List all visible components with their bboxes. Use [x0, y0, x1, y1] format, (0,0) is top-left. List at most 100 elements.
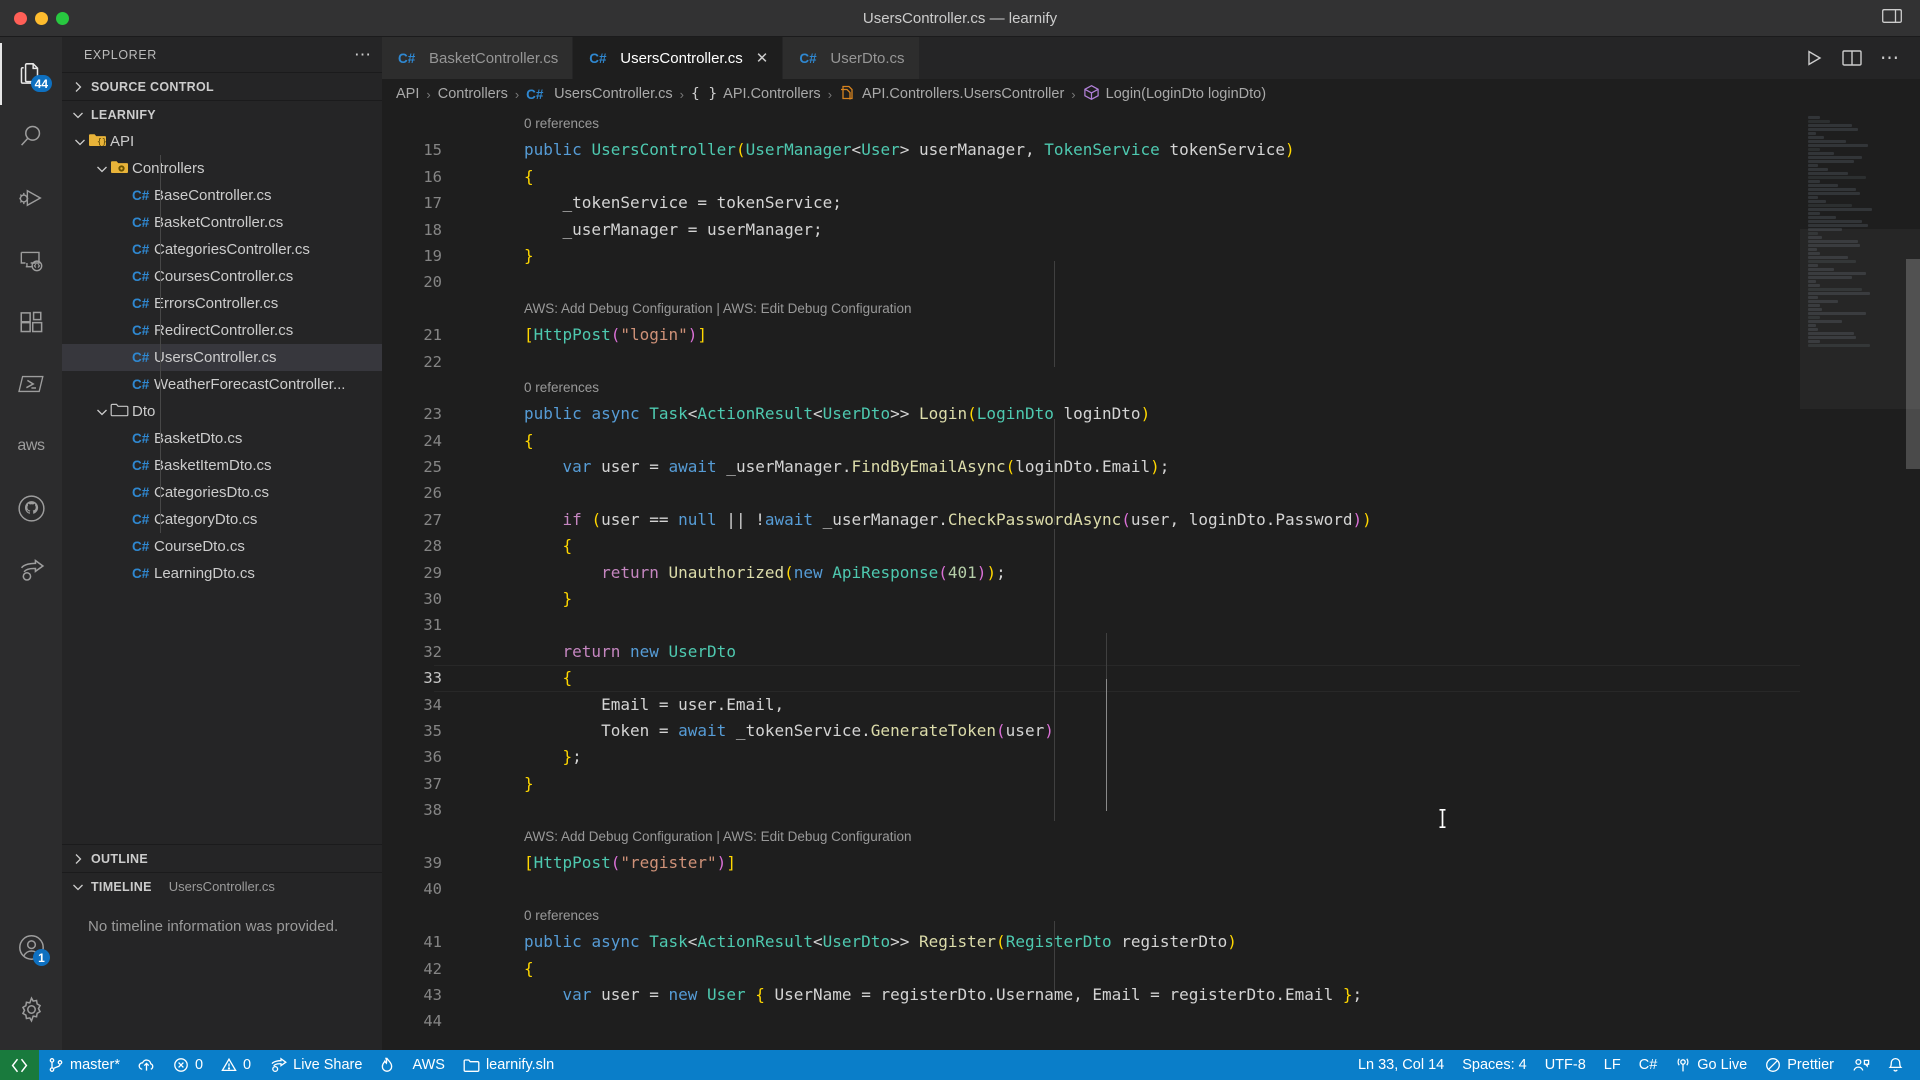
activitybar-item-explorer[interactable]: 44 [0, 43, 62, 105]
close-icon[interactable]: ✕ [756, 49, 769, 67]
tree-folder-item[interactable]: Controllers [62, 155, 382, 182]
activitybar-item-github[interactable] [0, 477, 62, 539]
play-icon[interactable] [1804, 48, 1824, 68]
close-window-button[interactable] [14, 11, 27, 25]
tree-folder-item[interactable]: {} API [62, 128, 382, 155]
sidebar-more-actions-button[interactable]: ⋯ [354, 45, 372, 65]
list-item[interactable]: C# BasketItemDto.cs [62, 452, 382, 479]
sidebar-section-learnify[interactable]: LEARNIFY [62, 100, 382, 128]
zoom-window-button[interactable] [56, 11, 69, 25]
status-problems-warnings[interactable]: 0 [212, 1050, 260, 1080]
breadcrumb-item[interactable]: { } API.Controllers [691, 86, 821, 102]
activitybar-item-run-and-debug[interactable] [0, 167, 62, 229]
status-go-live[interactable]: Go Live [1666, 1050, 1756, 1080]
list-item[interactable]: C# LearningDto.cs [62, 560, 382, 587]
status-notifications[interactable] [1879, 1050, 1912, 1080]
line-content: { [524, 958, 534, 978]
editor-tabs[interactable]: C# BasketController.cs C# UsersController.c… [382, 37, 1920, 79]
status-label: Live Share [293, 1057, 363, 1073]
minimap-line [1808, 212, 1820, 215]
tree-folder-item[interactable]: Dto [62, 398, 382, 425]
status-feedback[interactable] [1843, 1050, 1879, 1080]
list-item[interactable]: C# RedirectController.cs [62, 317, 382, 344]
editor-tab[interactable]: C# BasketController.cs [382, 37, 574, 79]
list-item[interactable]: C# CategoryDto.cs [62, 506, 382, 533]
status-aws-connection[interactable]: AWS [403, 1050, 454, 1080]
activitybar-item-accounts[interactable]: 1 [0, 916, 62, 978]
csharp-icon: C# [132, 566, 150, 581]
list-item[interactable]: C# BaseController.cs [62, 182, 382, 209]
list-item[interactable]: C# CategoriesDto.cs [62, 479, 382, 506]
split-editor-icon[interactable] [1842, 49, 1862, 67]
list-item[interactable]: C# CoursesController.cs [62, 263, 382, 290]
status-solution[interactable]: learnify.sln [454, 1050, 563, 1080]
breadcrumb-item[interactable]: Controllers [438, 86, 508, 102]
file-tree[interactable]: {} API Controllers C# BaseController.cs C# Bas… [62, 128, 382, 844]
code-line: 38 [382, 797, 1800, 823]
status-problems-errors[interactable]: 0 [164, 1050, 212, 1080]
activitybar-item-extensions[interactable] [0, 291, 62, 353]
list-item[interactable]: C# BasketController.cs [62, 209, 382, 236]
breadcrumb-label: API.Controllers.UsersController [862, 86, 1065, 102]
activitybar-item-live-share[interactable] [0, 539, 62, 601]
status-language-mode[interactable]: C# [1630, 1050, 1667, 1080]
status-encoding[interactable]: UTF-8 [1536, 1050, 1595, 1080]
activitybar-item-manage[interactable] [0, 978, 62, 1040]
item-label: ErrorsController.cs [154, 295, 279, 312]
code-lens[interactable]: 0 references [382, 111, 1800, 137]
list-item[interactable]: C# CategoriesController.cs [62, 236, 382, 263]
code-editor[interactable]: 0 references 15 public UsersController(Use… [382, 109, 1800, 1050]
bell-icon [1888, 1057, 1903, 1073]
item-label: CourseDto.cs [154, 538, 245, 555]
breadcrumb-separator: › [827, 86, 833, 102]
extensions-icon [18, 309, 44, 335]
status-vscode-hot-reload[interactable] [371, 1050, 403, 1080]
code-lens[interactable]: 0 references [382, 375, 1800, 401]
minimap-line [1808, 144, 1868, 147]
remote-icon [18, 247, 45, 274]
status-end-of-line[interactable]: LF [1595, 1050, 1630, 1080]
timeline-empty-message: No timeline information was provided. [88, 918, 339, 935]
breadcrumb-item[interactable]: API [396, 86, 419, 102]
breadcrumb-item[interactable]: C# UsersController.cs [526, 86, 672, 102]
ellipsis-icon[interactable]: ⋯ [1880, 47, 1900, 70]
code-lens[interactable]: 0 references [382, 903, 1800, 929]
sidebar-section-source-control[interactable]: SOURCE CONTROL [62, 72, 382, 100]
editor-tab-active[interactable]: C# UsersController.cs ✕ [573, 37, 784, 79]
breadcrumb-item[interactable]: API.Controllers.UsersController [839, 84, 1064, 105]
list-item[interactable]: C# WeatherForecastController... [62, 371, 382, 398]
list-item[interactable]: C# BasketDto.cs [62, 425, 382, 452]
code-lens[interactable]: AWS: Add Debug Configuration | AWS: Edit… [382, 296, 1800, 322]
line-number: 38 [423, 801, 442, 820]
minimap[interactable] [1800, 109, 1920, 1050]
editor-tab[interactable]: C# UserDto.cs [783, 37, 920, 79]
activitybar-item-search[interactable] [0, 105, 62, 167]
list-item[interactable]: C# UsersController.cs [62, 344, 382, 371]
status-live-share[interactable]: Live Share [260, 1050, 371, 1080]
activitybar-item-aws-toolkit[interactable]: aws [0, 415, 62, 477]
status-remote-window[interactable] [0, 1050, 39, 1080]
minimize-window-button[interactable] [35, 11, 48, 25]
status-sync-changes[interactable] [129, 1050, 164, 1080]
status-branch[interactable]: master* [39, 1050, 129, 1080]
sidebar-section-timeline[interactable]: TIMELINE UsersController.cs [62, 872, 382, 900]
status-indentation[interactable]: Spaces: 4 [1453, 1050, 1536, 1080]
item-label: RedirectController.cs [154, 322, 294, 339]
minimap-slider[interactable] [1800, 229, 1920, 409]
code-lens[interactable]: AWS: Add Debug Configuration | AWS: Edit… [382, 824, 1800, 850]
list-item[interactable]: C# CourseDto.cs [62, 533, 382, 560]
code-line: 23 public async Task<ActionResult<UserDto… [382, 401, 1800, 427]
activitybar-item-remote-explorer[interactable] [0, 229, 62, 291]
sidebar-section-outline[interactable]: OUTLINE [62, 844, 382, 872]
breadcrumb[interactable]: API › Controllers › C# UsersController.cs › { }… [382, 79, 1920, 109]
activitybar-item-terminal-powershell[interactable] [0, 353, 62, 415]
status-prettier[interactable]: Prettier [1756, 1050, 1843, 1080]
list-item[interactable]: C# ErrorsController.cs [62, 290, 382, 317]
code-line: 22 [382, 349, 1800, 375]
code-line: 41 public async Task<ActionResult<UserDto… [382, 929, 1800, 955]
breadcrumb-item[interactable]: Login(LoginDto loginDto) [1083, 84, 1266, 105]
editor-layout-icon[interactable] [1882, 8, 1902, 29]
line-content: { [562, 536, 573, 556]
minimap-line [1808, 216, 1836, 219]
status-cursor-position[interactable]: Ln 33, Col 14 [1349, 1050, 1453, 1080]
